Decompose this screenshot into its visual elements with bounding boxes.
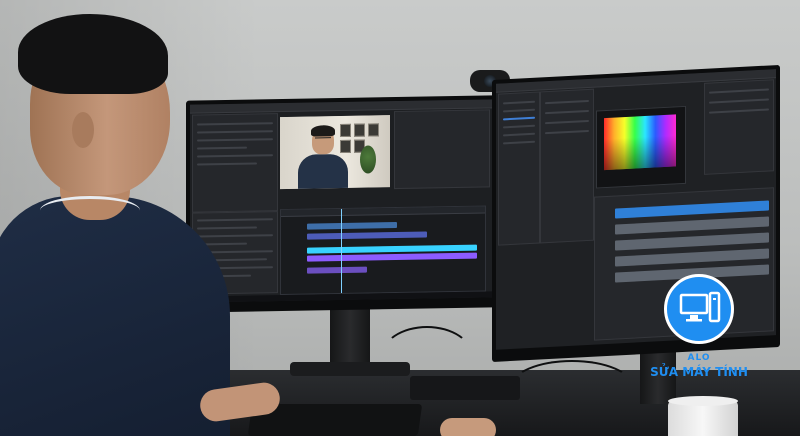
brand-logo xyxy=(664,274,734,344)
project-panel xyxy=(192,113,278,213)
person-ear xyxy=(72,112,94,148)
inspector-panel xyxy=(704,79,774,175)
computer-monitor-tower-icon xyxy=(679,291,721,323)
timeline-clip xyxy=(307,231,427,240)
photo-scene: ALO SỬA MÁY TÍNH xyxy=(0,0,800,436)
coffee-mug-rim xyxy=(668,396,738,406)
timeline-clip xyxy=(307,222,397,230)
color-gradient-scope xyxy=(604,114,676,171)
timeline-clip xyxy=(307,252,477,262)
editing-timeline xyxy=(280,205,486,296)
timeline-playhead xyxy=(341,208,342,293)
cable xyxy=(380,326,474,390)
brand-name-bottom: SỬA MÁY TÍNH xyxy=(650,365,748,379)
right-monitor xyxy=(492,64,780,363)
timeline-clip xyxy=(307,266,367,274)
person-shirt xyxy=(0,196,230,436)
effects-panel xyxy=(394,109,490,190)
timeline-clip xyxy=(615,216,769,235)
cable xyxy=(510,360,634,414)
right-monitor-screen xyxy=(496,69,776,350)
settings-panel xyxy=(540,88,594,244)
shirt-collar xyxy=(40,196,140,225)
tools-panel xyxy=(498,91,540,246)
left-monitor-screen xyxy=(190,99,492,303)
brand-name-top: ALO xyxy=(687,353,711,363)
timeline-clip xyxy=(615,200,769,219)
timeline-clip xyxy=(615,232,769,251)
person-right-hand xyxy=(440,418,496,436)
video-preview xyxy=(280,115,390,190)
left-monitor xyxy=(186,95,496,313)
timeline-clip xyxy=(615,248,769,267)
person-hair xyxy=(18,14,168,94)
left-monitor-stand xyxy=(330,306,370,368)
